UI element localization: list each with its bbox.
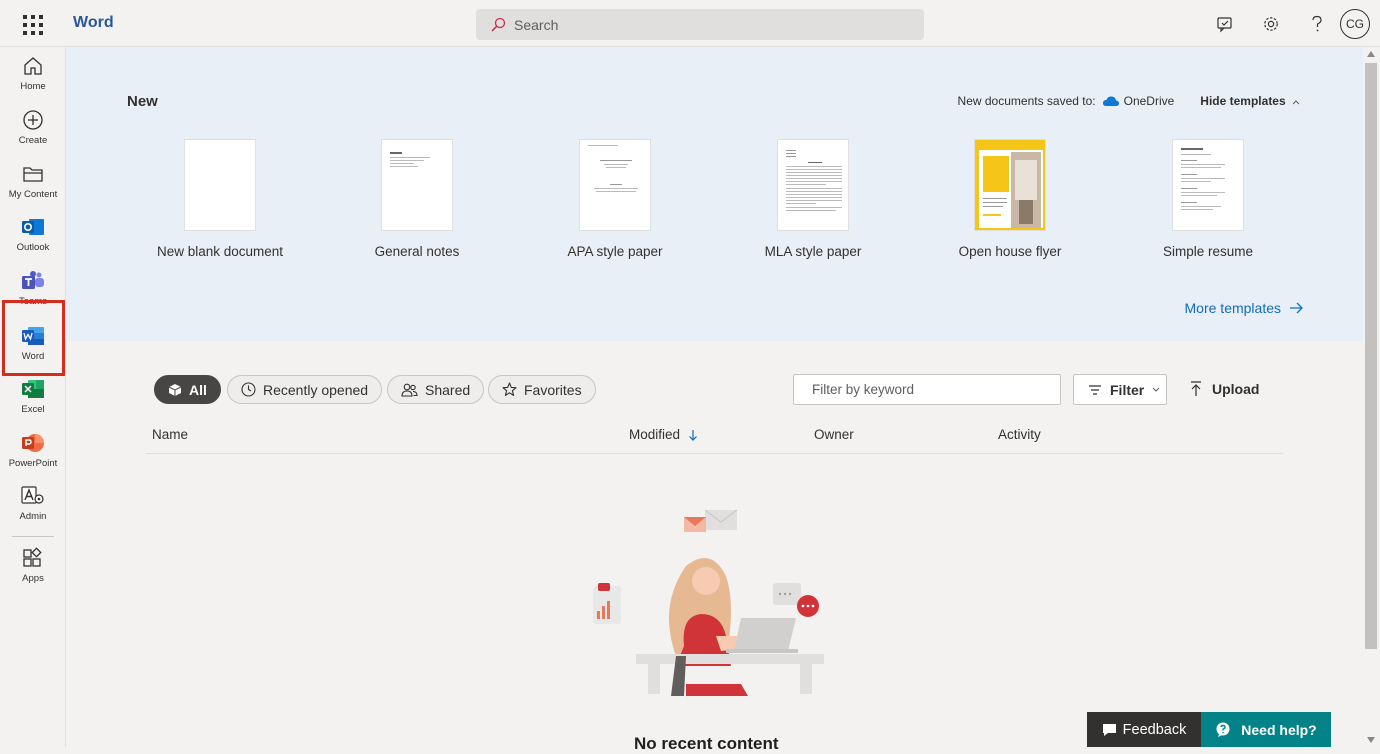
search-icon: [491, 17, 506, 32]
template-open-house-flyer[interactable]: Open house flyer: [930, 139, 1090, 259]
chevron-up-icon: [1292, 100, 1300, 105]
template-simple-resume[interactable]: Simple resume: [1128, 139, 1288, 259]
pill-all[interactable]: All: [154, 375, 221, 404]
app-rail: Home Create My Content Outlook Teams Wor…: [0, 47, 66, 747]
template-thumbnail: [381, 139, 453, 231]
files-panel: All Recently opened Shared Favorites Fil…: [66, 341, 1363, 753]
template-apa-paper[interactable]: APA style paper: [535, 139, 695, 259]
feedback-button[interactable]: Feedback: [1087, 712, 1201, 747]
upload-arrow-icon: [1191, 381, 1201, 396]
templates-panel: New New documents saved to: OneDrive Hid…: [66, 47, 1363, 341]
help-bubble-icon: [1216, 722, 1230, 737]
upload-button[interactable]: Upload: [1190, 381, 1259, 397]
column-owner[interactable]: Owner: [814, 427, 854, 442]
template-thumbnail: [974, 139, 1046, 231]
whats-new-icon[interactable]: [1202, 0, 1248, 47]
templates-title: New: [127, 93, 158, 110]
scroll-down-arrow-icon[interactable]: [1367, 737, 1375, 743]
pill-favorites[interactable]: Favorites: [488, 375, 596, 404]
app-launcher-icon[interactable]: [20, 12, 44, 36]
star-icon: [502, 382, 517, 396]
teams-icon: [22, 271, 44, 289]
table-header-divider: [146, 453, 1283, 454]
template-general-notes[interactable]: General notes: [337, 139, 497, 259]
folder-icon: [23, 167, 43, 182]
rail-divider: [12, 536, 54, 537]
admin-icon: [21, 486, 44, 504]
help-icon[interactable]: [1294, 0, 1340, 47]
search-placeholder: Search: [514, 16, 559, 33]
rail-item-create[interactable]: Create: [0, 101, 66, 154]
scrollbar-thumb[interactable]: [1365, 63, 1377, 649]
rail-item-admin[interactable]: Admin: [0, 477, 66, 530]
top-bar: Word Search CG: [0, 0, 1380, 47]
feedback-chat-icon: [1102, 723, 1116, 736]
template-thumbnail: [1172, 139, 1244, 231]
pill-shared[interactable]: Shared: [387, 375, 485, 404]
user-avatar[interactable]: CG: [1340, 8, 1370, 39]
filter-lines-icon: [1089, 384, 1101, 395]
empty-state-illustration: [593, 509, 824, 696]
excel-icon: [22, 380, 44, 398]
plus-circle-icon: [23, 110, 43, 130]
home-icon: [24, 57, 42, 75]
empty-state-title: No recent content: [634, 734, 779, 753]
template-mla-paper[interactable]: MLA style paper: [733, 139, 893, 259]
clock-icon: [241, 382, 256, 397]
arrow-right-icon: [1290, 302, 1303, 314]
settings-gear-icon[interactable]: [1248, 0, 1294, 47]
rail-item-excel[interactable]: Excel: [0, 370, 66, 423]
template-blank[interactable]: New blank document: [140, 139, 300, 259]
outlook-icon: [22, 219, 44, 235]
template-thumbnail: [579, 139, 651, 231]
column-activity[interactable]: Activity: [998, 427, 1041, 442]
scroll-up-arrow-icon[interactable]: [1367, 51, 1375, 57]
hide-templates-button[interactable]: Hide templates: [1200, 94, 1300, 108]
template-thumbnail: [777, 139, 849, 231]
rail-item-outlook[interactable]: Outlook: [0, 208, 66, 261]
onedrive-location[interactable]: OneDrive: [1102, 94, 1174, 108]
save-location: New documents saved to: OneDrive Hide te…: [958, 94, 1300, 108]
word-highlight-box: [2, 300, 65, 376]
pill-recently-opened[interactable]: Recently opened: [227, 375, 383, 404]
people-icon: [401, 383, 418, 397]
rail-item-home[interactable]: Home: [0, 47, 66, 100]
more-templates-link[interactable]: More templates: [1185, 300, 1303, 316]
powerpoint-icon: [22, 434, 44, 452]
rail-item-powerpoint[interactable]: PowerPoint: [0, 424, 66, 477]
vertical-scrollbar[interactable]: [1363, 47, 1380, 747]
rail-item-my-content[interactable]: My Content: [0, 155, 66, 208]
sort-down-arrow-icon: [689, 429, 697, 441]
filter-button[interactable]: Filter: [1073, 374, 1167, 405]
apps-icon: [23, 547, 42, 567]
app-name[interactable]: Word: [73, 14, 114, 32]
column-name[interactable]: Name: [152, 427, 188, 442]
chevron-down-icon: [1152, 387, 1160, 392]
search-box[interactable]: Search: [476, 9, 924, 40]
cube-icon: [168, 383, 182, 396]
onedrive-cloud-icon: [1102, 96, 1119, 106]
column-modified[interactable]: Modified: [629, 427, 698, 442]
need-help-button[interactable]: Need help?: [1201, 712, 1331, 747]
rail-item-apps[interactable]: Apps: [0, 539, 66, 592]
template-thumbnail: [184, 139, 256, 231]
filter-keyword-input[interactable]: Filter by keyword: [793, 374, 1061, 405]
